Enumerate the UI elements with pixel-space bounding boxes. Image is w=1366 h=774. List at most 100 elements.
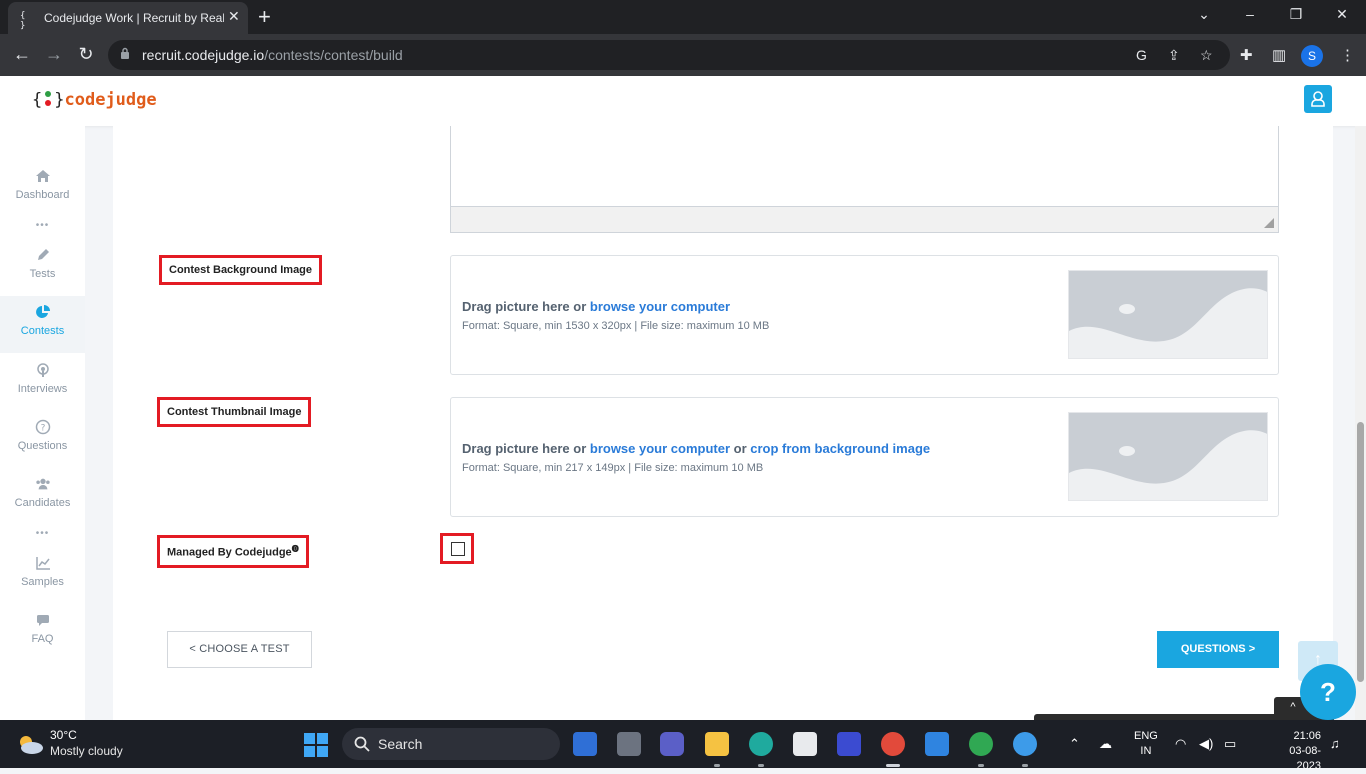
question-circle-icon: ? [35,419,50,435]
notification-bell-icon[interactable]: ♫ [1330,736,1340,751]
task-view-icon[interactable] [617,732,641,756]
cloudy-weather-icon[interactable] [16,733,44,755]
battery-icon[interactable]: ▭ [1224,736,1236,752]
resize-handle-icon[interactable] [1264,218,1274,228]
background-image-dropzone[interactable]: Drag picture here or browse your compute… [450,255,1279,375]
sidebar-item-candidates[interactable]: Candidates [0,476,85,530]
page-scrollbar[interactable] [1355,126,1366,720]
search-label: Search [378,736,423,752]
sidebar-item-contests[interactable]: Contests [0,296,85,353]
chrome-icon[interactable] [881,732,905,756]
google-icon[interactable]: G [1136,47,1147,63]
address-bar[interactable]: recruit.codejudge.io/contests/contest/bu… [108,40,1230,70]
back-arrow-icon[interactable]: ← [11,44,33,65]
tab-close-icon[interactable]: ✕ [228,8,240,25]
contest-build-form: Contest Background Image Drag picture he… [113,126,1333,720]
user-account-button[interactable] [1304,85,1332,113]
onedrive-cloud-icon[interactable]: ☁ [1099,736,1112,752]
microsoft-store-icon[interactable] [793,732,817,756]
weather-condition: Mostly cloudy [50,744,123,758]
sidebar-item-questions[interactable]: ? Questions [0,419,85,473]
windows-start-icon[interactable] [304,733,328,757]
dropzone-instructions: Drag picture here or browse your compute… [462,299,731,314]
share-icon[interactable]: ⇪ [1168,47,1180,64]
sidebar-separator: ••• [35,220,50,231]
taskbar-search[interactable]: Search [342,728,560,760]
app-icon-3[interactable] [1013,732,1037,756]
sidebar-item-interviews[interactable]: Interviews [0,362,85,416]
choose-a-test-button[interactable]: < CHOOSE A TEST [167,631,312,668]
pencil-icon [37,249,49,260]
weather-temperature: 30°C [50,728,77,742]
profile-avatar[interactable]: S [1301,45,1323,67]
taskbar-clock[interactable]: 21:06 03-08-2023 [1275,729,1321,774]
minimize-icon[interactable]: – [1240,6,1260,22]
app-header: {}codejudge [0,76,1366,126]
restore-icon[interactable]: ❐ [1286,6,1306,23]
browser-toolbar: ← → ↻ recruit.codejudge.io/contests/cont… [0,34,1366,76]
contest-background-image-label: Contest Background Image [159,255,323,285]
taskbar-active-indicator [886,764,900,767]
window-close-icon[interactable]: ✕ [1332,6,1352,23]
lock-icon [121,47,129,59]
sidebar-item-label: Interviews [17,383,68,395]
sidebar-item-samples[interactable]: Samples [0,555,85,609]
dropzone-format-hint: Format: Square, min 217 x 149px | File s… [462,462,764,474]
reload-icon[interactable]: ↻ [75,44,97,65]
sidebar-item-label: Tests [29,268,56,280]
scrollbar-thumb[interactable] [1357,422,1364,682]
forward-arrow-icon[interactable]: → [43,44,65,65]
info-icon[interactable]: ⓿ [292,546,299,553]
sidebar-item-faq[interactable]: FAQ [0,612,85,666]
windows-taskbar: 30°C Mostly cloudy Search ⌃ ☁ ENG IN ◠ ◀)… [0,720,1366,772]
sidebar-item-label: Candidates [14,497,71,509]
chrome-profile-icon[interactable] [969,732,993,756]
help-button[interactable]: ? [1300,664,1356,720]
codejudge-logo[interactable]: {}codejudge [32,90,157,110]
svg-text:?: ? [40,424,45,434]
app-icon-2[interactable] [837,732,861,756]
logo-dots-icon [42,90,54,108]
sidebar-item-label: FAQ [31,633,54,645]
dropzone-instructions: Drag picture here or browse your compute… [462,441,931,456]
sidebar-item-tests[interactable]: Tests [0,247,85,301]
sidebar-item-label: Samples [21,576,64,588]
bookmark-star-icon[interactable]: ☆ [1200,47,1213,64]
volume-icon[interactable]: ◀) [1199,736,1213,752]
users-icon [35,478,50,490]
url-text: recruit.codejudge.io/contests/contest/bu… [142,47,403,63]
sidebar: Dashboard ••• Tests Contests Interviews … [0,126,85,720]
chrome-menu-icon[interactable]: ⋮ [1340,46,1355,64]
browse-computer-link[interactable]: browse your computer [590,299,730,314]
image-placeholder-icon [1068,412,1268,501]
new-tab-plus-icon[interactable]: + [258,4,271,30]
side-panel-icon[interactable]: ▥ [1272,46,1286,64]
browser-tab-bar: { } Codejudge Work | Recruit by Real ✕ +… [0,0,1366,34]
site-favicon-icon: { } [20,11,26,31]
managed-by-codejudge-checkbox-highlight [440,533,474,564]
app-icon-1[interactable] [573,732,597,756]
tab-title: Codejudge Work | Recruit by Real [44,11,224,25]
crop-from-background-link[interactable]: crop from background image [750,441,930,456]
questions-next-button[interactable]: QUESTIONS > [1157,631,1279,668]
teams-chat-icon[interactable] [660,732,684,756]
managed-by-codejudge-label: Managed By Codejudge⓿ [157,535,309,568]
file-explorer-icon[interactable] [705,732,729,756]
edge-browser-icon[interactable] [749,732,773,756]
image-placeholder-icon [1068,270,1268,359]
taskbar-running-indicator [714,764,720,767]
search-icon [354,736,370,752]
user-icon [1311,91,1325,107]
description-editor[interactable] [450,126,1279,233]
language-indicator[interactable]: ENG IN [1134,729,1158,759]
extensions-puzzle-icon[interactable]: ✚ [1240,46,1253,64]
thumbnail-image-dropzone[interactable]: Drag picture here or browse your compute… [450,397,1279,517]
managed-by-codejudge-checkbox[interactable] [451,542,465,556]
browse-computer-link[interactable]: browse your computer [590,441,730,456]
tray-chevron-up-icon[interactable]: ⌃ [1069,736,1080,752]
sidebar-item-dashboard[interactable]: Dashboard [0,168,85,222]
wifi-icon[interactable]: ◠ [1175,736,1186,752]
tab-search-chevron-icon[interactable]: ⌄ [1194,6,1214,23]
photos-icon[interactable] [925,732,949,756]
browser-tab[interactable]: { } Codejudge Work | Recruit by Real ✕ [8,2,248,34]
